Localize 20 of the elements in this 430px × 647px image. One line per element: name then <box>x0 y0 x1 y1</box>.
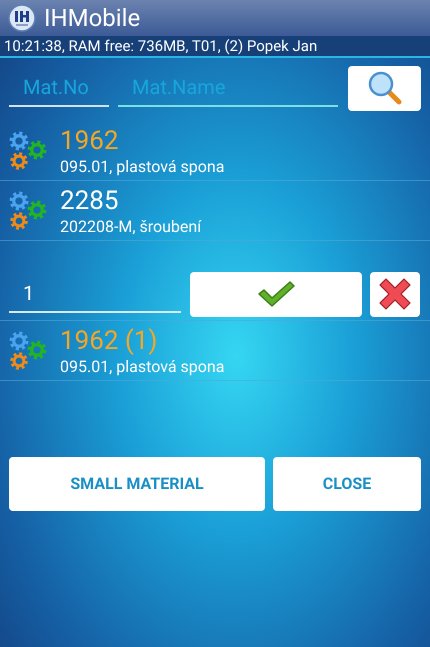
cancel-button[interactable] <box>370 272 420 316</box>
material-description: 202208-M, šroubení <box>60 216 202 236</box>
app-logo-icon <box>8 4 36 32</box>
action-button[interactable]: CLOSE <box>273 457 421 511</box>
gears-icon <box>8 330 48 372</box>
check-icon <box>256 280 296 308</box>
quantity-field[interactable]: 1 <box>9 275 181 313</box>
material-description: 095.01, plastová spona <box>60 356 224 376</box>
gears-icon <box>8 190 48 232</box>
material-number[interactable]: 2285 <box>60 184 202 216</box>
gears-icon <box>8 130 48 172</box>
search-button[interactable] <box>348 66 421 110</box>
search-icon <box>366 70 402 106</box>
material-description: 095.01, plastová spona <box>60 156 224 176</box>
material-number[interactable]: 1962 <box>60 124 224 156</box>
confirm-button[interactable] <box>190 272 362 316</box>
action-button[interactable]: SMALL MATERIAL <box>9 457 265 511</box>
search-field[interactable]: Mat.No <box>9 69 109 107</box>
status-line: 10:21:38, RAM free: 736MB, T01, (2) Popek Jan <box>4 36 318 56</box>
app-title: IHMobile <box>44 3 140 34</box>
